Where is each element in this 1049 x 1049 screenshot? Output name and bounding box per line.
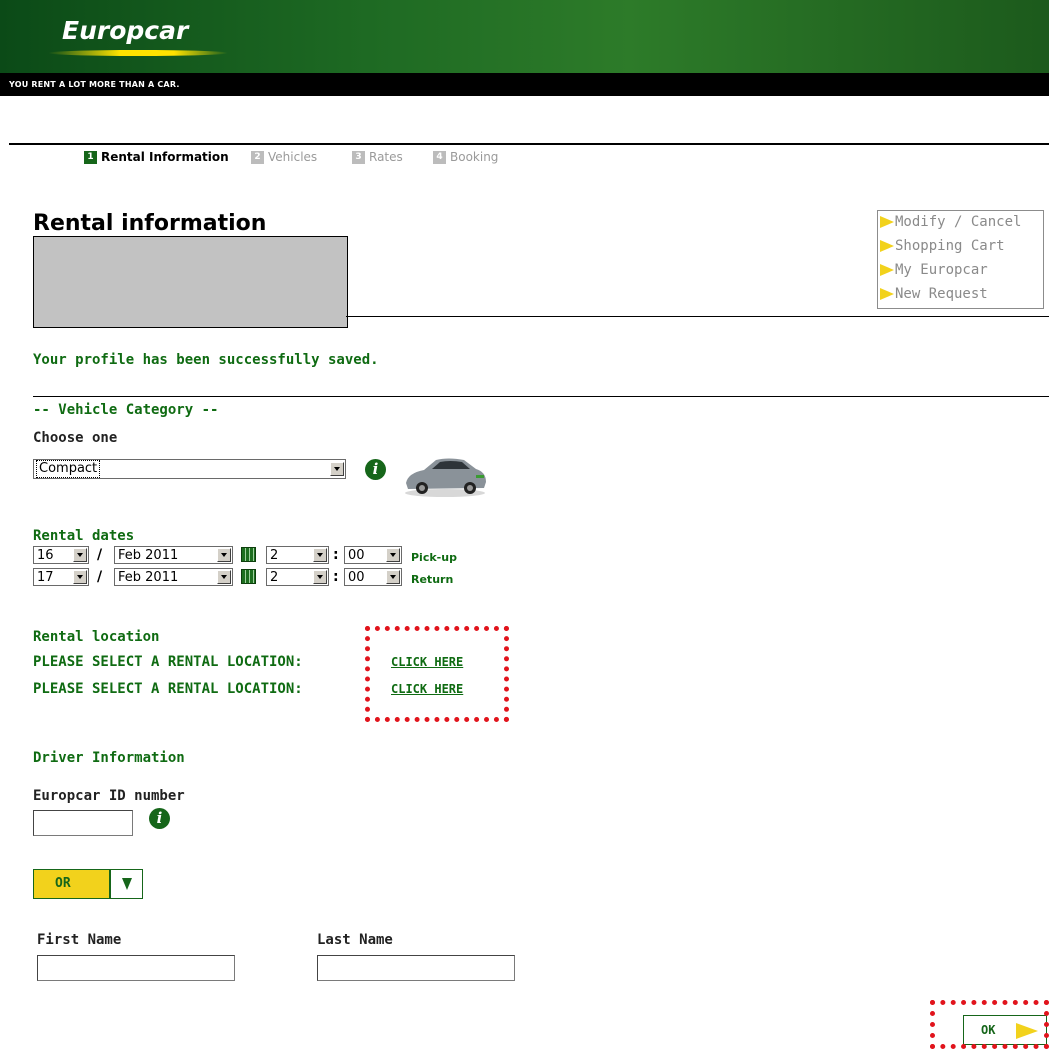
- step-label: Vehicles: [268, 150, 318, 164]
- chevron-down-icon[interactable]: [330, 462, 344, 476]
- side-menu-label: My Europcar: [895, 262, 988, 278]
- calendar-icon[interactable]: [241, 547, 256, 562]
- section-divider: [33, 396, 1049, 397]
- tagline: YOU RENT A LOT MORE THAN A CAR.: [9, 80, 180, 89]
- step-rates: 3 Rates: [352, 150, 403, 164]
- return-month-select[interactable]: Feb 2011: [114, 568, 233, 586]
- select-value: Compact: [36, 460, 101, 478]
- redacted-panel: [33, 236, 348, 328]
- choose-one-label: Choose one: [33, 430, 118, 446]
- arrow-right-icon: [880, 216, 894, 228]
- last-name-label: Last Name: [317, 932, 393, 948]
- arrow-down-icon: [122, 878, 132, 890]
- step-number: 3: [352, 150, 365, 164]
- pickup-minute-select[interactable]: 00: [344, 546, 402, 564]
- title-divider: [346, 316, 1049, 317]
- return-hour-select[interactable]: 2: [266, 568, 329, 586]
- rental-location-heading: Rental location: [33, 629, 160, 645]
- page-title: Rental information: [33, 211, 267, 236]
- select-value: 2: [270, 548, 279, 563]
- or-label: OR: [55, 876, 71, 891]
- chevron-down-icon[interactable]: [217, 570, 231, 584]
- select-value: 16: [37, 548, 54, 563]
- pickup-month-select[interactable]: Feb 2011: [114, 546, 233, 564]
- pickup-label: Pick-up: [411, 551, 457, 564]
- arrow-right-icon: [880, 264, 894, 276]
- date-separator: /: [97, 569, 103, 585]
- vehicle-category-heading: -- Vehicle Category --: [33, 402, 219, 418]
- first-name-label: First Name: [37, 932, 122, 948]
- side-menu-new-request[interactable]: New Request: [880, 286, 988, 302]
- chevron-down-icon[interactable]: [313, 548, 327, 562]
- pickup-hour-select[interactable]: 2: [266, 546, 329, 564]
- rental-dates-heading: Rental dates: [33, 528, 135, 544]
- info-icon[interactable]: i: [365, 459, 386, 480]
- side-menu-label: Modify / Cancel: [895, 214, 1022, 230]
- car-image: [405, 458, 486, 497]
- select-value: 00: [348, 570, 365, 585]
- side-menu-label: New Request: [895, 286, 988, 302]
- pickup-location-prompt: PLEASE SELECT A RENTAL LOCATION:: [33, 654, 303, 670]
- last-name-input[interactable]: [317, 955, 515, 981]
- step-number: 4: [433, 150, 446, 164]
- europcar-id-label: Europcar ID number: [33, 788, 185, 804]
- step-rental-information: 1 Rental Information: [84, 150, 229, 164]
- step-label: Rates: [369, 150, 403, 164]
- chevron-down-icon[interactable]: [313, 570, 327, 584]
- return-label: Return: [411, 573, 454, 586]
- step-number: 1: [84, 150, 97, 164]
- vehicle-category-select[interactable]: Compact: [33, 459, 346, 479]
- chevron-down-icon[interactable]: [217, 548, 231, 562]
- highlight-box: [365, 626, 509, 722]
- step-label: Rental Information: [101, 150, 229, 164]
- highlight-box: [930, 1000, 1049, 1049]
- or-toggle-button[interactable]: OR: [33, 869, 143, 899]
- chevron-down-icon[interactable]: [386, 570, 400, 584]
- driver-information-heading: Driver Information: [33, 750, 185, 766]
- select-value: Feb 2011: [118, 570, 179, 585]
- step-vehicles: 2 Vehicles: [251, 150, 317, 164]
- side-menu-modify-cancel[interactable]: Modify / Cancel: [880, 214, 1021, 230]
- or-arrow-area: [111, 870, 142, 898]
- pickup-day-select[interactable]: 16: [33, 546, 89, 564]
- arrow-right-icon: [880, 288, 894, 300]
- success-message: Your profile has been successfully saved…: [33, 352, 379, 368]
- select-value: 00: [348, 548, 365, 563]
- side-menu-label: Shopping Cart: [895, 238, 1005, 254]
- select-value: 17: [37, 570, 54, 585]
- select-value: Feb 2011: [118, 548, 179, 563]
- return-location-prompt: PLEASE SELECT A RENTAL LOCATION:: [33, 681, 303, 697]
- chevron-down-icon[interactable]: [73, 570, 87, 584]
- chevron-down-icon[interactable]: [73, 548, 87, 562]
- side-menu-shopping-cart[interactable]: Shopping Cart: [880, 238, 1005, 254]
- logo-swoosh: [48, 50, 228, 56]
- side-menu-my-europcar[interactable]: My Europcar: [880, 262, 988, 278]
- chevron-down-icon[interactable]: [386, 548, 400, 562]
- europcar-logo[interactable]: Europcar: [62, 16, 188, 45]
- step-label: Booking: [450, 150, 499, 164]
- first-name-input[interactable]: [37, 955, 235, 981]
- arrow-right-icon: [880, 240, 894, 252]
- info-icon[interactable]: i: [149, 808, 170, 829]
- return-minute-select[interactable]: 00: [344, 568, 402, 586]
- time-separator: :: [333, 547, 339, 563]
- steps-divider: [9, 143, 1049, 145]
- step-number: 2: [251, 150, 264, 164]
- calendar-icon[interactable]: [241, 569, 256, 584]
- date-separator: /: [97, 547, 103, 563]
- select-value: 2: [270, 570, 279, 585]
- europcar-id-input[interactable]: [33, 810, 133, 836]
- step-booking: 4 Booking: [433, 150, 498, 164]
- side-menu: Modify / Cancel Shopping Cart My Europca…: [877, 210, 1044, 309]
- time-separator: :: [333, 569, 339, 585]
- return-day-select[interactable]: 17: [33, 568, 89, 586]
